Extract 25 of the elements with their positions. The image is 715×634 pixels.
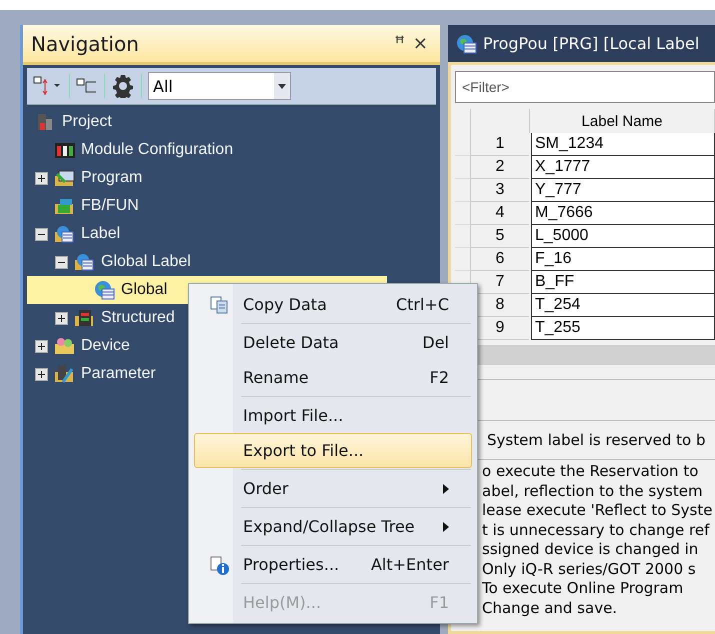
explanation-text: Only iQ-R series/GOT 2000 s (482, 560, 697, 579)
row-number: 3 (470, 179, 529, 202)
row-number: 5 (470, 225, 529, 248)
label-name-cell: F_16 (531, 248, 715, 271)
explanation-text: lease execute 'Reflect to Syste (482, 501, 714, 520)
explanation-text: o execute the Reservation to (482, 462, 700, 482)
label-name-cell: SM_1234 (531, 133, 715, 156)
row-number: 1 (470, 133, 529, 156)
explanation-text: Change and save. (482, 598, 618, 618)
pane-title: Navigation (31, 32, 140, 56)
label-name-cell: B_FF (531, 271, 715, 294)
row-number: 6 (470, 248, 529, 271)
label-name-cell: L_5000 (531, 225, 715, 248)
explanation-text: abel, reflection to the system (482, 482, 704, 501)
row-number: 2 (470, 156, 529, 179)
explanation-text: ssigned device is changed in (482, 540, 700, 560)
message-text: System label is reserved to b (487, 431, 706, 449)
label-name-cell: T_254 (531, 294, 715, 317)
label-name-cell: M_7666 (531, 202, 715, 225)
label-name-cell: X_1777 (531, 156, 715, 179)
explanation-text: t is unnecessary to change ref (482, 520, 711, 540)
explanation-text: To execute Online Program (482, 579, 684, 598)
label-name-cell: T_255 (531, 317, 715, 340)
label-name-cell: Y_777 (531, 179, 715, 202)
row-number: 4 (470, 202, 529, 225)
